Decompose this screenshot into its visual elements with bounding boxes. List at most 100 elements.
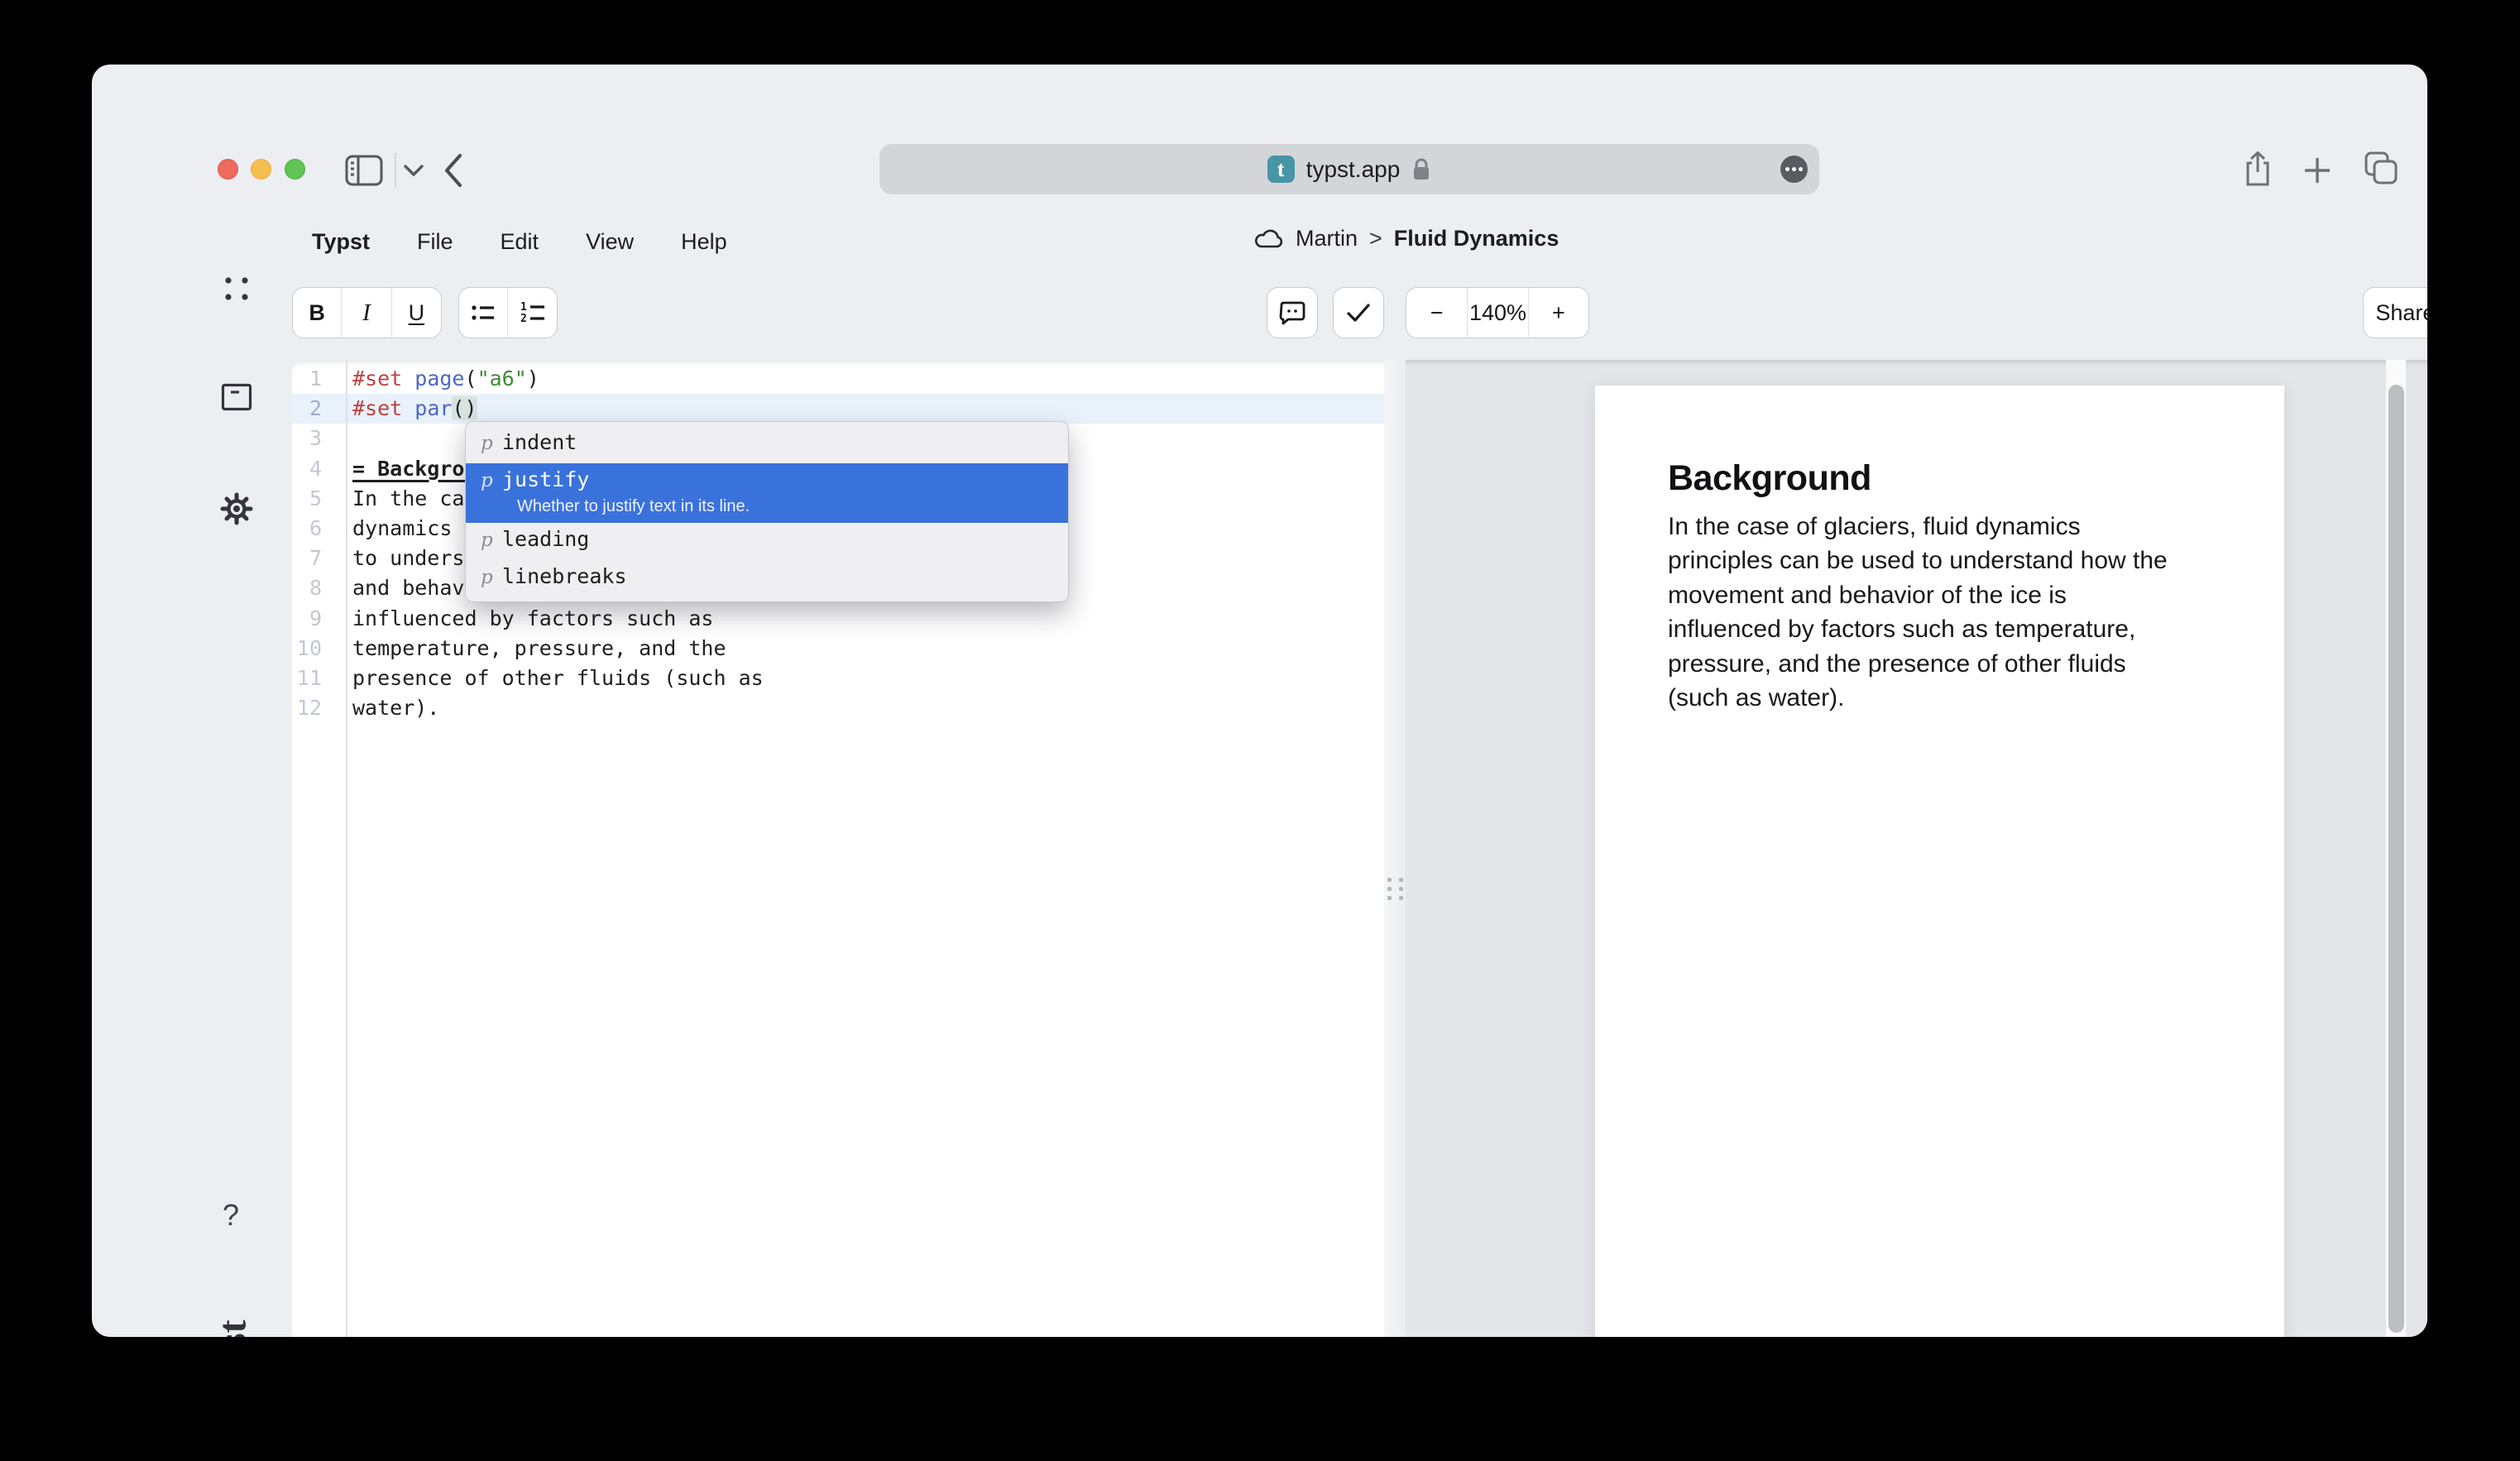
code-line-9[interactable]: 9influenced by factors such as	[292, 604, 1384, 634]
share-page-icon[interactable]	[2243, 151, 2273, 189]
preview-text-line: (such as water).	[1668, 681, 2235, 715]
apps-grid-icon[interactable]	[223, 275, 251, 303]
parameter-kind-badge: p	[481, 470, 502, 491]
line-content: #set par()	[328, 394, 477, 424]
comments-button-group	[1267, 287, 1318, 338]
line-number: 1	[292, 364, 328, 394]
browser-window: t typst.app Typst File Edit View Help Martin…	[92, 65, 2427, 1337]
help-icon[interactable]: ?	[223, 1198, 239, 1233]
new-tab-icon[interactable]	[2302, 156, 2332, 185]
autocomplete-label: leading	[502, 527, 589, 551]
address-bar[interactable]: t typst.app	[879, 144, 1819, 194]
menu-item-view[interactable]: View	[586, 229, 634, 255]
site-favicon: t	[1267, 156, 1295, 183]
line-number: 7	[292, 544, 328, 573]
back-icon[interactable]	[443, 152, 464, 189]
share-group: Share	[2363, 287, 2427, 338]
line-content: presence of other fluids (such as	[328, 663, 764, 693]
preview-heading: Background	[1668, 458, 2211, 499]
breadcrumb-title: Fluid Dynamics	[1394, 226, 1559, 251]
line-number: 11	[292, 663, 328, 693]
autocomplete-item-leading[interactable]: pleading	[466, 523, 1068, 560]
checkmark-icon	[1346, 303, 1371, 323]
numbered-list-icon: 1 2	[520, 299, 545, 326]
url-text: typst.app	[1306, 156, 1401, 183]
menu-item-typst[interactable]: Typst	[312, 229, 370, 255]
parameter-kind-badge: p	[481, 529, 502, 551]
line-content: influenced by factors such as	[328, 604, 714, 634]
page-settings-icon[interactable]	[1780, 156, 1808, 183]
gutter-divider	[346, 360, 347, 1337]
lock-icon	[1411, 156, 1431, 183]
line-content: #set page("a6")	[328, 364, 539, 394]
zoom-out-button[interactable]: −	[1406, 288, 1468, 338]
line-number: 2	[292, 394, 328, 424]
autocomplete-popup: pindentpjustifyWhether to justify text i…	[465, 421, 1069, 602]
code-line-2[interactable]: 2#set par()	[292, 394, 1384, 424]
chrome-divider	[395, 153, 396, 188]
autocomplete-label: linebreaks	[502, 564, 627, 588]
preview-text-line: pressure, and the presence of other flui…	[1668, 647, 2235, 681]
autocomplete-item-indent[interactable]: pindent	[466, 426, 1068, 463]
sidebar-toggle-icon[interactable]	[345, 155, 383, 186]
numbered-list-button[interactable]: 1 2	[508, 288, 557, 338]
autocomplete-item-justify[interactable]: pjustifyWhether to justify text in its l…	[466, 463, 1068, 523]
preview-scrollbar-thumb[interactable]	[2388, 385, 2404, 1333]
layout-preview-icon[interactable]	[221, 383, 252, 411]
typst-logo: typst	[210, 1320, 256, 1337]
bold-button[interactable]: B	[293, 288, 342, 338]
preview-scrollbar-track[interactable]	[2386, 360, 2406, 1337]
menu-item-edit[interactable]: Edit	[501, 229, 539, 255]
chevron-down-icon[interactable]	[403, 164, 424, 177]
autocomplete-label: indent	[502, 430, 577, 454]
line-number: 9	[292, 604, 328, 634]
preview-text-line: movement and behavior of the ice is	[1668, 578, 2235, 612]
breadcrumb-separator: >	[1369, 226, 1382, 251]
preview-text-line: principles can be used to understand how…	[1668, 544, 2235, 577]
tab-overview-icon[interactable]	[2364, 151, 2398, 185]
breadcrumb: Martin > Fluid Dynamics	[1254, 209, 1559, 267]
line-number: 12	[292, 693, 328, 723]
autocomplete-description: Whether to justify text in its line.	[517, 496, 1068, 519]
svg-text:2: 2	[520, 313, 527, 325]
line-number: 10	[292, 634, 328, 663]
code-line-11[interactable]: 11presence of other fluids (such as	[292, 663, 1384, 693]
breadcrumb-workspace[interactable]: Martin	[1296, 226, 1358, 251]
comments-button[interactable]	[1267, 288, 1317, 338]
line-number: 5	[292, 484, 328, 514]
check-button[interactable]	[1334, 288, 1383, 338]
bullet-list-button[interactable]	[459, 288, 508, 338]
line-number: 8	[292, 573, 328, 603]
parameter-kind-badge: p	[481, 433, 502, 454]
zoom-level-value[interactable]: 140%	[1468, 288, 1528, 338]
close-window-button[interactable]	[218, 159, 238, 180]
list-style-group: 1 2	[458, 287, 558, 338]
svg-text:1: 1	[520, 301, 527, 314]
code-line-1[interactable]: 1#set page("a6")	[292, 364, 1384, 394]
pane-splitter[interactable]	[1384, 360, 1406, 1337]
share-button[interactable]: Share	[2364, 288, 2427, 338]
preview-text-line: In the case of glaciers, fluid dynamics	[1668, 510, 2235, 544]
line-number: 4	[292, 454, 328, 484]
menu-item-help[interactable]: Help	[681, 229, 727, 255]
code-editor[interactable]: 1#set page("a6")2#set par()34= Backgroun…	[292, 360, 1384, 1337]
zoom-in-button[interactable]: +	[1529, 288, 1588, 338]
cloud-icon	[1254, 227, 1284, 250]
code-line-10[interactable]: 10temperature, pressure, and the	[292, 634, 1384, 663]
italic-button[interactable]: I	[342, 288, 391, 338]
minimize-window-button[interactable]	[251, 159, 271, 180]
zoom-control-group: − 140% +	[1406, 287, 1589, 338]
code-line-12[interactable]: 12water).	[292, 693, 1384, 723]
line-number: 6	[292, 514, 328, 544]
parameter-kind-badge: p	[481, 567, 502, 588]
autocomplete-item-linebreaks[interactable]: plinebreaks	[466, 560, 1068, 597]
fullscreen-window-button[interactable]	[285, 159, 305, 180]
settings-gear-icon[interactable]	[220, 492, 253, 525]
splitter-drag-handle[interactable]	[1387, 878, 1403, 900]
underline-button[interactable]: U	[392, 288, 441, 338]
preview-page: Background In the case of glaciers, flui…	[1595, 386, 2284, 1337]
line-content	[328, 424, 352, 453]
check-button-group	[1333, 287, 1384, 338]
menu-item-file[interactable]: File	[417, 229, 453, 255]
app-menubar: Typst File Edit View Help	[312, 209, 727, 274]
